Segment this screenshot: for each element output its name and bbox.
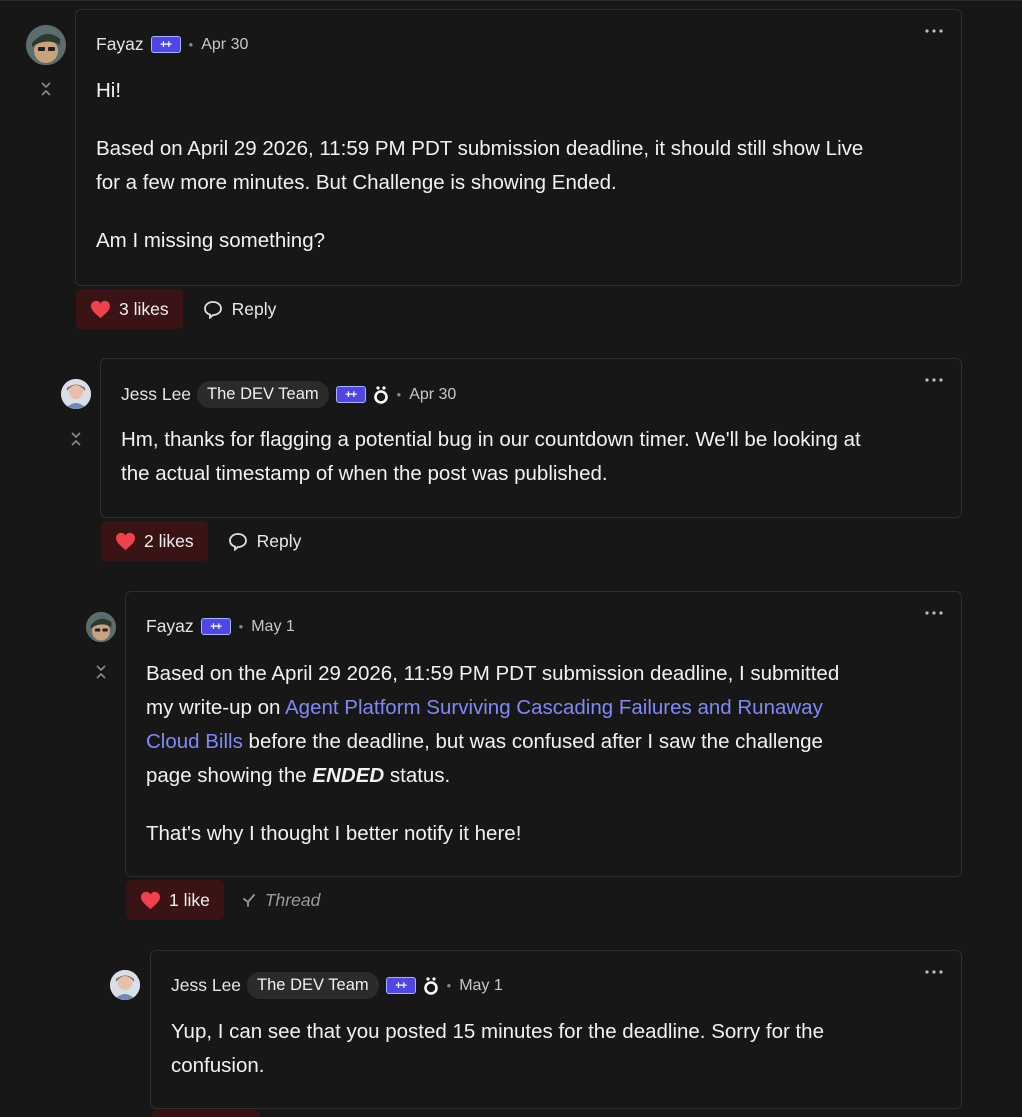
avatar[interactable] bbox=[86, 612, 116, 642]
collapse-icon[interactable] bbox=[94, 664, 108, 680]
plusplus-badge-icon: ++ bbox=[150, 36, 181, 53]
author-name[interactable]: Jess Lee bbox=[171, 975, 241, 996]
comment-header: Jess Lee The DEV Team ++ • May 1 bbox=[171, 972, 503, 999]
reply-button[interactable]: Reply bbox=[214, 521, 316, 561]
paragraph-line: Yup, I can see that you posted 15 minute… bbox=[171, 1020, 824, 1043]
separator-dot: • bbox=[188, 37, 194, 52]
plusplus-badge-icon: ++ bbox=[200, 618, 231, 635]
thread-button[interactable]: Thread bbox=[228, 880, 334, 920]
paragraph-line: Hm, thanks for flagging a potential bug … bbox=[121, 428, 861, 451]
article-link[interactable]: Cloud Bills bbox=[146, 730, 243, 753]
author-name[interactable]: Fayaz bbox=[96, 34, 144, 55]
comment-header: Fayaz ++ • Apr 30 bbox=[96, 34, 248, 55]
author-name[interactable]: Jess Lee bbox=[121, 384, 191, 405]
comment-actions: 3 likes Reply bbox=[76, 289, 290, 329]
separator-dot: • bbox=[446, 978, 452, 993]
text: my write-up on bbox=[146, 696, 285, 719]
comment-card: Jess Lee The DEV Team ++ • Apr 30 Hm, th… bbox=[100, 358, 962, 518]
more-options-icon[interactable] bbox=[923, 606, 945, 620]
heart-icon bbox=[116, 532, 135, 550]
collapse-icon[interactable] bbox=[39, 81, 53, 97]
comment-actions: 1 like Thread bbox=[126, 880, 334, 920]
paragraph: Based on April 29 2026, 11:59 PM PDT sub… bbox=[96, 137, 864, 160]
moderator-badge-icon bbox=[423, 976, 439, 996]
like-button[interactable]: 1 like bbox=[126, 880, 224, 920]
paragraph: for a few more minutes. But Challenge is… bbox=[96, 171, 617, 194]
comment-bubble-icon bbox=[203, 300, 222, 319]
paragraph-line: my write-up on Agent Platform Surviving … bbox=[146, 691, 839, 725]
paragraph-line: Based on the April 29 2026, 11:59 PM PDT… bbox=[146, 662, 840, 685]
like-button[interactable]: 2 likes bbox=[101, 521, 208, 561]
org-badge[interactable]: The DEV Team bbox=[197, 381, 329, 408]
more-options-icon[interactable] bbox=[923, 373, 945, 387]
plusplus-badge-icon: ++ bbox=[335, 386, 366, 403]
paragraph-line: the actual timestamp of when the post wa… bbox=[121, 462, 608, 485]
text: page showing the bbox=[146, 764, 313, 787]
more-options-icon[interactable] bbox=[923, 24, 945, 38]
emphasis-text: ENDED bbox=[312, 764, 385, 787]
comment-body: Hi! Based on April 29 2026, 11:59 PM PDT… bbox=[96, 74, 863, 258]
heart-icon bbox=[91, 300, 110, 318]
author-name[interactable]: Fayaz bbox=[146, 616, 194, 637]
paragraph-line: Cloud Bills before the deadline, but was… bbox=[146, 725, 839, 759]
comment-bubble-icon bbox=[228, 532, 247, 551]
comment-date[interactable]: Apr 30 bbox=[409, 386, 456, 404]
like-button[interactable]: 3 likes bbox=[76, 289, 183, 329]
text: status. bbox=[384, 764, 451, 787]
separator-dot: • bbox=[238, 619, 244, 634]
text: before the deadline, but was confused af… bbox=[242, 730, 823, 753]
collapse-icon[interactable] bbox=[69, 431, 83, 447]
article-link[interactable]: Agent Platform Surviving Cascading Failu… bbox=[285, 696, 823, 719]
separator-dot: • bbox=[396, 387, 402, 402]
thread-label: Thread bbox=[264, 889, 321, 910]
comment-date[interactable]: May 1 bbox=[459, 977, 503, 995]
comment-body: Hm, thanks for flagging a potential bug … bbox=[121, 423, 861, 491]
avatar[interactable] bbox=[110, 970, 140, 1000]
paragraph: That's why I thought I better notify it … bbox=[146, 822, 522, 845]
comment-card: Fayaz ++ • May 1 Based on the April 29 2… bbox=[125, 591, 962, 877]
moderator-badge-icon bbox=[373, 385, 389, 405]
heart-icon bbox=[141, 891, 160, 909]
thread-arrow-icon bbox=[242, 894, 255, 907]
comment-date[interactable]: Apr 30 bbox=[201, 36, 248, 54]
comment-header: Jess Lee The DEV Team ++ • Apr 30 bbox=[121, 381, 456, 408]
comment-date[interactable]: May 1 bbox=[251, 618, 295, 636]
reply-label: Reply bbox=[256, 530, 302, 551]
top-divider bbox=[0, 0, 1022, 1]
avatar[interactable] bbox=[61, 379, 91, 409]
comment-header: Fayaz ++ • May 1 bbox=[146, 616, 295, 637]
likes-count: 2 likes bbox=[144, 530, 194, 551]
plusplus-badge-icon: ++ bbox=[385, 977, 416, 994]
like-button-partial[interactable] bbox=[152, 1110, 260, 1117]
more-options-icon[interactable] bbox=[923, 965, 945, 979]
comment-card: Fayaz ++ • Apr 30 Hi! Based on April 29 … bbox=[75, 9, 962, 286]
paragraph: Am I missing something? bbox=[96, 229, 326, 252]
reply-label: Reply bbox=[231, 298, 277, 319]
paragraph: Hi! bbox=[96, 79, 122, 102]
reply-button[interactable]: Reply bbox=[189, 289, 291, 329]
likes-count: 3 likes bbox=[119, 298, 169, 319]
paragraph-line: page showing the ENDED status. bbox=[146, 759, 839, 793]
likes-count: 1 like bbox=[169, 889, 210, 910]
comment-card: Jess Lee The DEV Team ++ • May 1 Yup, I … bbox=[150, 950, 962, 1109]
comment-actions: 2 likes Reply bbox=[101, 521, 315, 561]
avatar[interactable] bbox=[26, 25, 66, 65]
org-badge[interactable]: The DEV Team bbox=[247, 972, 379, 999]
comment-body: Based on the April 29 2026, 11:59 PM PDT… bbox=[146, 657, 839, 851]
comment-body: Yup, I can see that you posted 15 minute… bbox=[171, 1015, 824, 1083]
paragraph-line: confusion. bbox=[171, 1054, 265, 1077]
